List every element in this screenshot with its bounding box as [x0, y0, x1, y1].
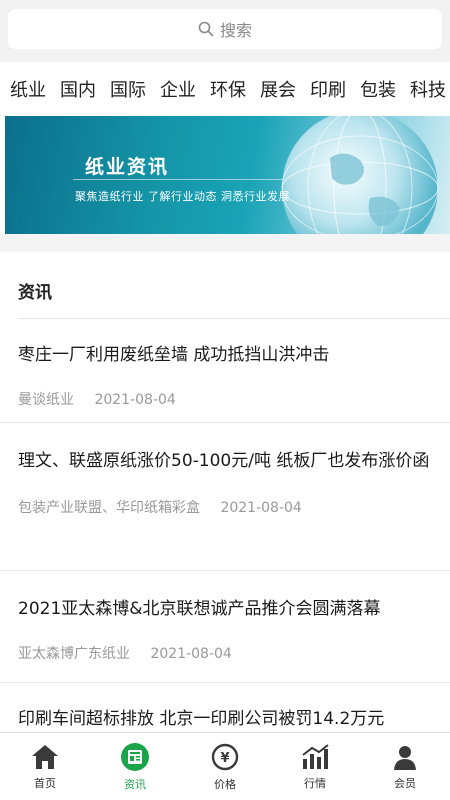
search-icon — [198, 21, 214, 37]
member-icon — [394, 745, 416, 770]
news-item[interactable]: 2021亚太森博&北京联想诚产品推介会圆满落幕 亚太森博广东纸业 2021-08… — [0, 571, 450, 683]
nav-market[interactable]: 行情 — [270, 733, 360, 800]
home-icon — [32, 744, 58, 769]
banner-subtitle: 聚焦造纸行业 了解行业动态 洞悉行业发展 — [75, 190, 290, 203]
search-placeholder: 搜索 — [219, 21, 252, 40]
nav-label: 会员 — [394, 776, 416, 790]
news-date: 2021-08-04 — [94, 392, 176, 408]
category-tabs: 纸业 国内 国际 企业 环保 展会 印刷 包装 科技 — [0, 62, 450, 116]
svg-text:¥: ¥ — [220, 751, 229, 766]
tab-environment[interactable]: 环保 — [210, 76, 246, 102]
chart-icon — [302, 743, 329, 769]
tab-technology[interactable]: 科技 — [410, 76, 446, 102]
nav-label: 首页 — [34, 776, 56, 790]
tab-domestic[interactable]: 国内 — [60, 76, 96, 102]
news-meta: 曼谈纸业 2021-08-04 — [18, 389, 432, 409]
news-meta: 包装产业联盟、华印纸箱彩盒 2021-08-04 — [18, 497, 432, 517]
nav-label: 价格 — [214, 777, 236, 791]
nav-label: 行情 — [304, 776, 326, 790]
nav-price[interactable]: ¥ 价格 — [180, 733, 270, 800]
news-meta: 亚太森博广东纸业 2021-08-04 — [18, 643, 432, 663]
news-source: 曼谈纸业 — [18, 392, 74, 408]
news-list: 枣庄一厂利用废纸垒墙 成功抵挡山洪冲击 曼谈纸业 2021-08-04 理文、联… — [0, 319, 450, 743]
news-title: 枣庄一厂利用废纸垒墙 成功抵挡山洪冲击 — [18, 345, 330, 365]
price-icon: ¥ — [211, 743, 239, 770]
search-input[interactable]: 搜索 — [8, 9, 442, 49]
tab-exhibition[interactable]: 展会 — [260, 76, 296, 102]
bottom-nav: 首页 资讯 ¥ 价格 行情 会员 — [0, 732, 450, 800]
search-bar: 搜索 — [0, 0, 450, 62]
banner-divider — [73, 179, 283, 180]
tab-packaging[interactable]: 包装 — [360, 76, 396, 102]
nav-member[interactable]: 会员 — [360, 733, 450, 800]
section-title: 资讯 — [18, 283, 52, 303]
news-date: 2021-08-04 — [150, 646, 232, 662]
tab-printing[interactable]: 印刷 — [310, 76, 346, 102]
news-date: 2021-08-04 — [220, 500, 302, 516]
tab-enterprise[interactable]: 企业 — [160, 76, 196, 102]
news-icon — [121, 742, 149, 771]
news-source: 亚太森博广东纸业 — [18, 646, 130, 662]
news-title: 2021亚太森博&北京联想诚产品推介会圆满落幕 — [18, 599, 381, 619]
news-title: 印刷车间超标排放 北京一印刷公司被罚14.2万元 — [18, 709, 385, 729]
banner[interactable]: 纸业资讯 聚焦造纸行业 了解行业动态 洞悉行业发展 — [5, 116, 450, 234]
news-item[interactable]: 理文、联盛原纸涨价50-100元/吨 纸板厂也发布涨价函 包装产业联盟、华印纸箱… — [0, 423, 450, 571]
nav-news[interactable]: 资讯 — [90, 733, 180, 800]
nav-label: 资讯 — [124, 777, 146, 791]
news-source: 包装产业联盟、华印纸箱彩盒 — [18, 500, 200, 516]
news-item[interactable]: 枣庄一厂利用废纸垒墙 成功抵挡山洪冲击 曼谈纸业 2021-08-04 — [0, 319, 450, 423]
news-title: 理文、联盛原纸涨价50-100元/吨 纸板厂也发布涨价函 — [18, 451, 430, 471]
section-gap — [0, 234, 450, 252]
nav-home[interactable]: 首页 — [0, 733, 90, 800]
globe-icon — [281, 116, 439, 234]
tab-international[interactable]: 国际 — [110, 76, 146, 102]
tab-paper[interactable]: 纸业 — [10, 76, 46, 102]
banner-title: 纸业资讯 — [85, 156, 170, 178]
